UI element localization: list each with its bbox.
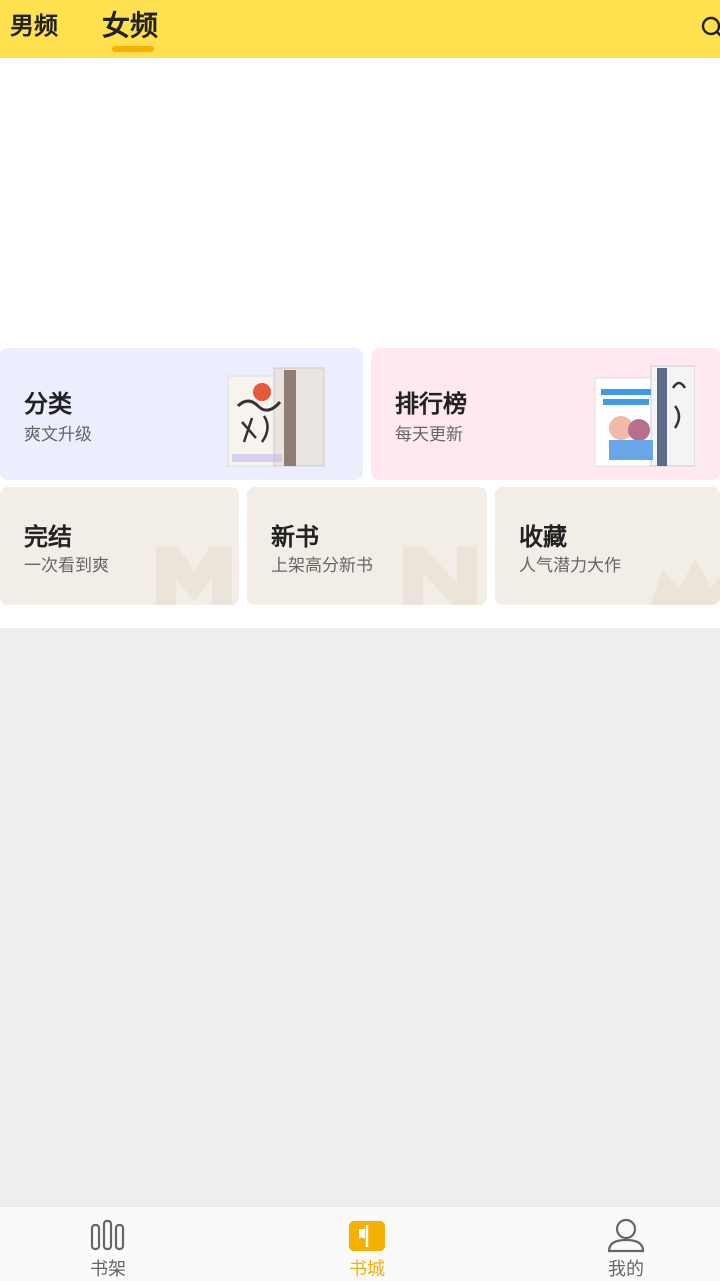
nav-label-bookshelf: 书架 <box>90 1259 126 1280</box>
finished-card[interactable]: 完结 一次看到爽 <box>0 487 239 605</box>
tab-female[interactable]: 女频 <box>102 10 158 42</box>
top-bar: 男频 女频 <box>0 0 720 58</box>
bookshelf-icon <box>88 1217 128 1253</box>
favorites-card[interactable]: 收藏 人气潜力大作 <box>495 487 720 605</box>
ranking-card[interactable]: 排行榜 每天更新 <box>371 348 720 480</box>
decorative-watermark <box>156 547 232 605</box>
nav-label-mine: 我的 <box>608 1259 644 1280</box>
ranking-subtitle: 每天更新 <box>395 425 463 445</box>
favorites-title: 收藏 <box>519 522 567 551</box>
bottom-navigation: 书架 书城 我的 <box>0 1206 720 1281</box>
finished-subtitle: 一次看到爽 <box>24 556 109 576</box>
active-tab-indicator <box>112 46 154 52</box>
new-books-card[interactable]: 新书 上架高分新书 <box>247 487 487 605</box>
decorative-watermark <box>650 559 720 605</box>
nav-item-bookshelf[interactable]: 书架 <box>48 1207 168 1281</box>
decorative-watermark <box>403 547 477 605</box>
new-books-title: 新书 <box>271 522 319 551</box>
category-card[interactable]: 分类 爽文升级 <box>0 348 363 480</box>
banner-area[interactable] <box>0 58 720 346</box>
category-title: 分类 <box>24 389 72 418</box>
favorites-subtitle: 人气潜力大作 <box>519 556 621 576</box>
search-icon[interactable] <box>700 14 720 40</box>
nav-item-mine[interactable]: 我的 <box>566 1207 686 1281</box>
finished-title: 完结 <box>24 522 72 551</box>
book-cover-image <box>227 367 325 467</box>
user-icon <box>606 1217 646 1253</box>
nav-label-bookstore: 书城 <box>349 1259 385 1280</box>
new-books-subtitle: 上架高分新书 <box>271 556 373 576</box>
category-subtitle: 爽文升级 <box>24 425 92 445</box>
book-cover-image <box>594 365 695 467</box>
ranking-title: 排行榜 <box>395 389 467 418</box>
tab-male[interactable]: 男频 <box>10 10 58 42</box>
open-book-icon <box>347 1217 387 1253</box>
content-feed-area <box>0 628 720 1206</box>
nav-item-bookstore[interactable]: 书城 <box>307 1207 427 1281</box>
